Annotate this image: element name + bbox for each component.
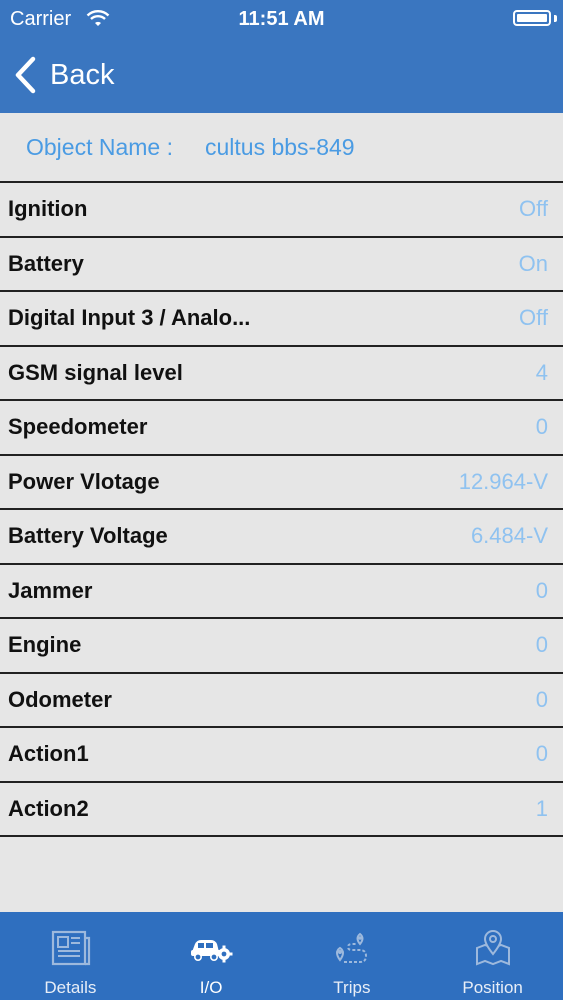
io-list: Ignition Off Battery On Digital Input 3 … xyxy=(0,183,563,837)
object-name-value: cultus bbs-849 xyxy=(205,133,355,160)
io-row-label: Power Vlotage xyxy=(8,468,160,494)
io-row-speedometer: Speedometer 0 xyxy=(0,401,563,456)
route-icon xyxy=(335,932,367,963)
io-row-label: Ignition xyxy=(8,196,88,222)
io-row-value: Off xyxy=(519,305,548,331)
battery-icon xyxy=(513,10,551,26)
io-row-label: Battery xyxy=(8,250,84,276)
io-row-power-voltage: Power Vlotage 12.964-V xyxy=(0,455,563,510)
car-gear-icon xyxy=(191,940,233,963)
io-row-label: Action1 xyxy=(8,741,89,767)
io-row-label: Battery Voltage xyxy=(8,523,168,549)
io-row-battery: Battery On xyxy=(0,237,563,292)
io-row-value: 0 xyxy=(535,686,548,712)
io-row-action1: Action1 0 xyxy=(0,728,563,783)
io-row-jammer: Jammer 0 xyxy=(0,564,563,619)
tab-bar: Details I/O Trips Position xyxy=(0,912,563,1000)
map-pin-icon xyxy=(475,930,510,966)
io-row-value: 0 xyxy=(535,741,548,767)
io-row-engine: Engine 0 xyxy=(0,619,563,674)
chevron-left-icon xyxy=(15,56,36,94)
io-row-value: 1 xyxy=(535,795,548,821)
io-row-label: Action2 xyxy=(8,795,89,821)
io-row-value: 0 xyxy=(535,414,548,440)
tab-label: Details xyxy=(44,978,97,997)
io-row-value: 0 xyxy=(535,577,548,603)
io-row-label: Digital Input 3 / Analo... xyxy=(8,305,251,331)
battery-tip xyxy=(554,15,557,22)
io-row-value: 12.964-V xyxy=(458,468,548,494)
navigation-bar: Carrier 11:51 AM Back xyxy=(0,0,563,113)
io-row-value: On xyxy=(518,250,548,276)
io-row-label: Jammer xyxy=(8,577,93,603)
io-row-label: Speedometer xyxy=(8,414,148,440)
io-row-value: 0 xyxy=(535,632,548,658)
back-label: Back xyxy=(50,58,115,91)
io-row-value: 4 xyxy=(535,359,548,385)
tab-position[interactable]: Position xyxy=(422,912,563,1000)
clock: 11:51 AM xyxy=(238,8,325,30)
tab-label: Trips xyxy=(333,978,371,997)
status-bar: Carrier 11:51 AM xyxy=(0,0,563,38)
newspaper-icon xyxy=(52,930,91,966)
tab-label: Position xyxy=(462,978,523,997)
io-row-label: Engine xyxy=(8,632,82,658)
io-row-ignition: Ignition Off xyxy=(0,183,563,238)
io-row-gsm-signal: GSM signal level 4 xyxy=(0,346,563,401)
io-row-action2: Action2 1 xyxy=(0,782,563,837)
io-row-label: GSM signal level xyxy=(8,359,183,385)
object-name-row: Object Name : cultus bbs-849 xyxy=(0,113,563,183)
tab-label: I/O xyxy=(199,978,223,997)
io-row-value: Off xyxy=(519,196,548,222)
io-row-value: 6.484-V xyxy=(470,523,548,549)
tab-trips[interactable]: Trips xyxy=(282,912,423,1000)
tab-details[interactable]: Details xyxy=(0,912,141,1000)
io-row-digital-input-3: Digital Input 3 / Analo... Off xyxy=(0,292,563,347)
object-name-label: Object Name : xyxy=(26,133,173,160)
io-row-odometer: Odometer 0 xyxy=(0,673,563,728)
tab-io[interactable]: I/O xyxy=(141,912,282,1000)
back-button[interactable]: Back xyxy=(12,54,114,96)
io-row-label: Odometer xyxy=(8,686,112,712)
io-row-battery-voltage: Battery Voltage 6.484-V xyxy=(0,510,563,565)
